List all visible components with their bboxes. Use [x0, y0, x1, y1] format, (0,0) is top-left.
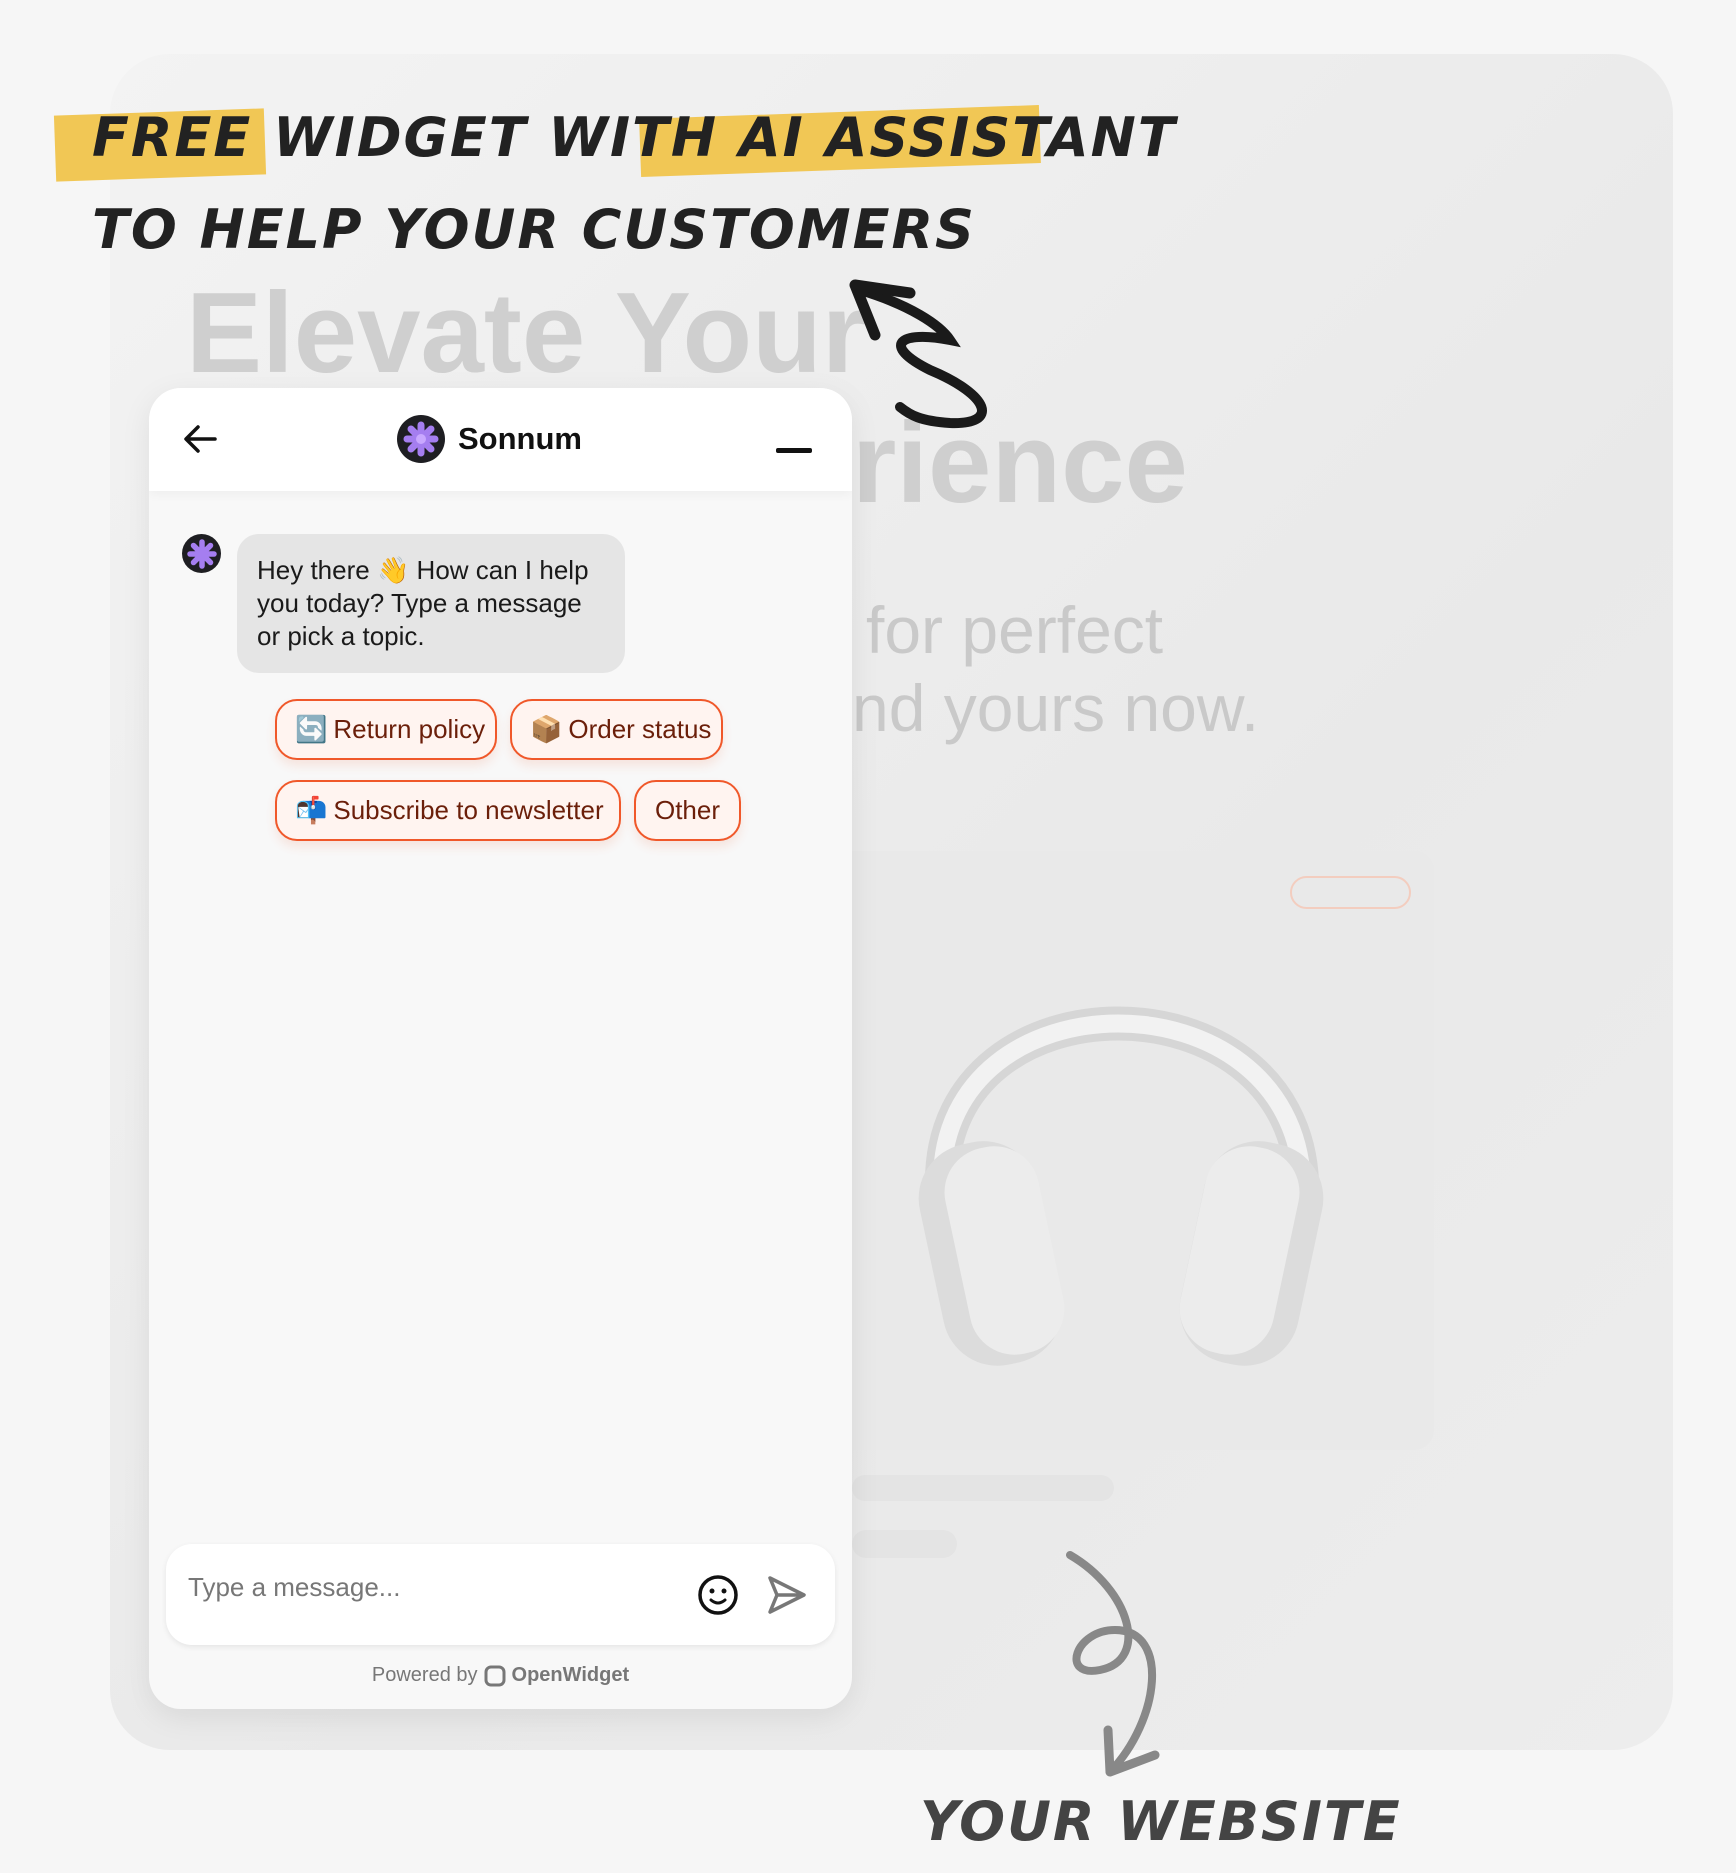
flower-logo-icon — [186, 538, 217, 569]
bot-avatar — [182, 534, 221, 573]
product-badge — [1290, 876, 1411, 909]
arrow-left-icon[interactable] — [183, 424, 217, 454]
chip-label: Subscribe to newsletter — [333, 795, 604, 825]
chip-order-status[interactable]: 📦 Order status — [510, 699, 723, 760]
brand-avatar — [397, 415, 445, 463]
hero-subtitle-line1: for perfect — [866, 593, 1164, 667]
minus-icon[interactable] — [776, 448, 812, 453]
powered-by-brand[interactable]: OpenWidget — [512, 1664, 630, 1687]
chip-subscribe-newsletter[interactable]: 📬 Subscribe to newsletter — [275, 780, 621, 841]
chat-brand: Sonnum — [397, 415, 582, 463]
emoji-icon[interactable] — [697, 1574, 739, 1616]
hero-subtitle-line2: nd yours now. — [852, 671, 1260, 745]
chat-header: Sonnum — [149, 388, 852, 491]
openwidget-logo-icon — [484, 1665, 506, 1686]
send-icon[interactable] — [766, 1574, 808, 1616]
hero-title-line1: Elevate Your — [186, 270, 867, 397]
mailbox-icon: 📬 — [295, 795, 328, 825]
chip-label: Order status — [568, 714, 712, 744]
product-card — [852, 851, 1434, 1450]
chip-return-policy[interactable]: 🔄 Return policy — [275, 699, 497, 760]
arrow-doodle-icon — [849, 279, 987, 429]
placeholder-bar — [852, 1530, 957, 1558]
refresh-icon: 🔄 — [295, 714, 328, 744]
annotation-words: WIDGET WITH — [273, 106, 719, 169]
annotation-line1: FREE WIDGET WITH AI ASSISTANT — [92, 106, 1177, 169]
message-composer — [166, 1544, 835, 1645]
bot-message: Hey there 👋 How can I help you today? Ty… — [237, 534, 625, 673]
chip-other[interactable]: Other — [634, 780, 741, 841]
chip-label: Return policy — [333, 714, 486, 744]
message-input[interactable] — [188, 1572, 668, 1603]
powered-by: Powered by OpenWidget — [149, 1664, 852, 1687]
annotation-word-free: FREE — [92, 106, 253, 169]
annotation-word-ai: AI ASSISTANT — [738, 106, 1177, 169]
chat-widget: Sonnum Hey there 👋 How can I help you to… — [149, 388, 852, 1709]
flower-logo-icon — [403, 421, 439, 457]
package-icon: 📦 — [530, 714, 563, 744]
placeholder-bar — [852, 1475, 1114, 1501]
curly-arrow-icon — [1066, 1551, 1160, 1777]
chat-title: Sonnum — [458, 421, 582, 456]
powered-by-label: Powered by — [371, 1664, 478, 1686]
annotation-line2: TO HELP YOUR CUSTOMERS — [92, 198, 976, 261]
headphones-image — [918, 1006, 1324, 1366]
your-website-label: YOUR WEBSITE — [920, 1790, 1402, 1853]
chip-label: Other — [654, 795, 721, 825]
